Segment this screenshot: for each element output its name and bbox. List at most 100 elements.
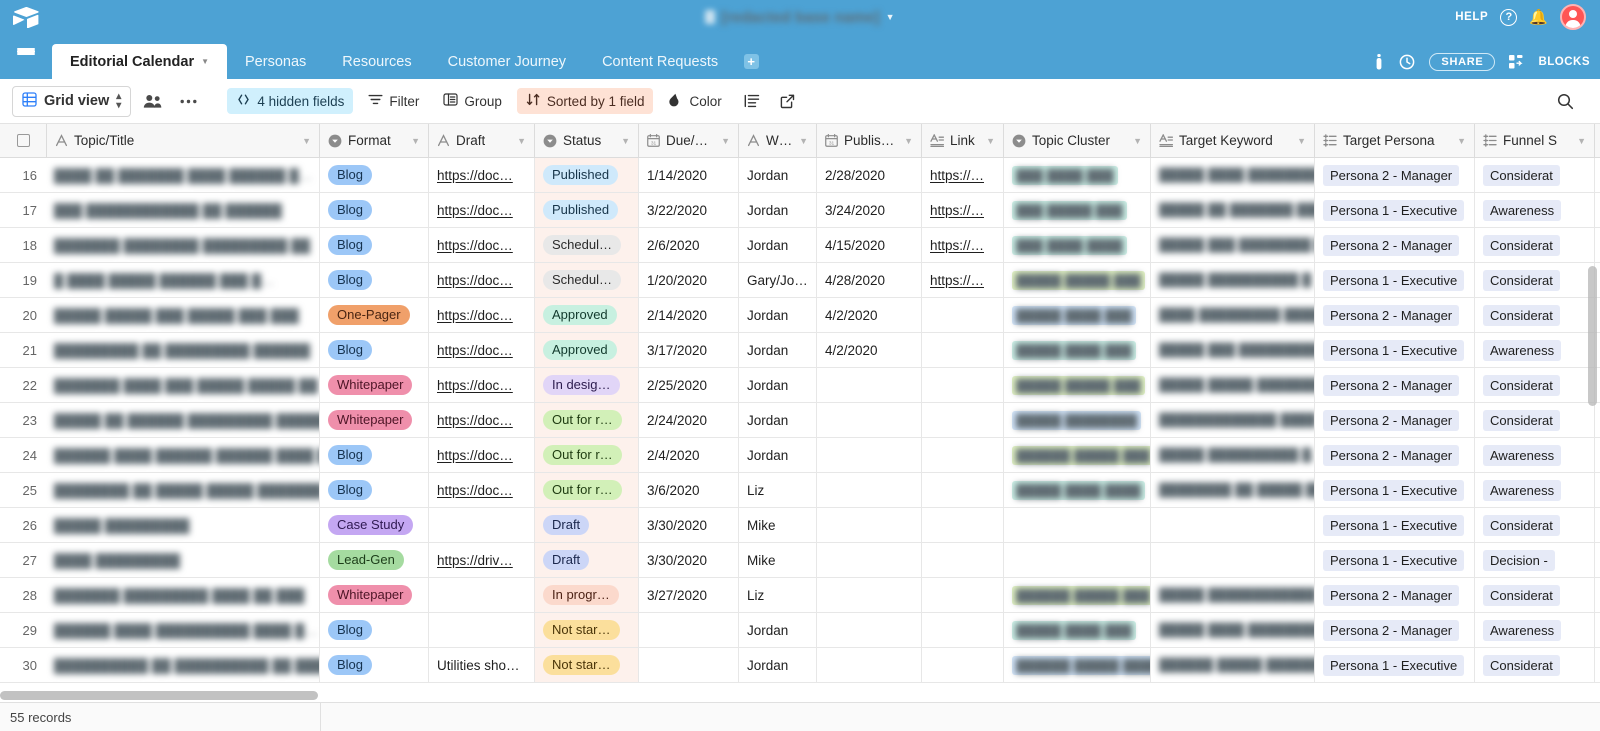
cell-funnel-stage[interactable]: Considerat — [1475, 508, 1595, 542]
filter-button[interactable]: Filter — [359, 88, 428, 114]
draft-link[interactable]: https://doc… — [437, 448, 513, 463]
cell-due-date[interactable]: 3/6/2020 — [639, 473, 739, 507]
row-height-icon[interactable] — [737, 86, 767, 116]
chevron-down-icon[interactable]: ▼ — [799, 136, 808, 146]
cell-target-persona[interactable]: Persona 1 - Executive — [1315, 333, 1475, 367]
cell-topic-cluster[interactable]: ███ ████ ████ — [1004, 228, 1151, 262]
cell-format[interactable]: Blog — [320, 473, 429, 507]
cell-funnel-stage[interactable]: Considerat — [1475, 158, 1595, 192]
chevron-down-icon[interactable]: ▼ — [621, 136, 630, 146]
persona-chip[interactable]: Persona 1 - Executive — [1323, 200, 1464, 221]
table-row[interactable]: 16████ ██ ███████ ████ ██████ █…Bloghttp… — [0, 158, 1600, 193]
funnel-stage-chip[interactable]: Decision - — [1483, 550, 1555, 571]
cell-published-date[interactable]: 4/2/2020 — [817, 298, 922, 332]
bell-icon[interactable]: 🔔 — [1529, 8, 1548, 26]
cell-topic-cluster[interactable]: ███ █████ ███ — [1004, 193, 1151, 227]
table-row[interactable]: 28███████ █████████ ████ ██ ███Whitepape… — [0, 578, 1600, 613]
cell-topic-title[interactable]: ███ ████████████ ██ ██████ — [46, 193, 320, 227]
cell-topic-cluster[interactable] — [1004, 543, 1151, 577]
column-header-format[interactable]: Format▼ — [320, 124, 429, 157]
funnel-stage-chip[interactable]: Awareness — [1483, 480, 1561, 501]
draft-link[interactable]: https://doc… — [437, 413, 513, 428]
cell-due-date[interactable]: 2/14/2020 — [639, 298, 739, 332]
updown-caret-icon[interactable]: ▴▾ — [116, 92, 121, 110]
cell-draft[interactable]: https://doc… — [429, 263, 535, 297]
cell-published-date[interactable]: 4/2/2020 — [817, 333, 922, 367]
airtable-logo-icon[interactable] — [0, 6, 52, 28]
cell-topic-title[interactable]: ███████ ████ ███ █████ █████ ██ — [46, 368, 320, 402]
column-header-target-keyword[interactable]: Target Keyword▼ — [1151, 124, 1315, 157]
cell-writer[interactable]: Gary/Jo… — [739, 263, 817, 297]
hamburger-menu-icon[interactable] — [0, 34, 52, 79]
cell-published-date[interactable] — [817, 473, 922, 507]
cell-due-date[interactable]: 3/30/2020 — [639, 543, 739, 577]
cell-link[interactable]: https://… — [922, 158, 1004, 192]
cell-published-date[interactable]: 3/24/2020 — [817, 193, 922, 227]
cell-format[interactable]: Blog — [320, 263, 429, 297]
column-header-topic-cluster[interactable]: Topic Cluster▼ — [1004, 124, 1151, 157]
funnel-stage-chip[interactable]: Considerat — [1483, 270, 1560, 291]
persona-chip[interactable]: Persona 2 - Manager — [1323, 620, 1459, 641]
cell-writer[interactable]: Mike — [739, 508, 817, 542]
vertical-scrollbar[interactable] — [1588, 266, 1597, 406]
draft-link[interactable]: https://doc… — [437, 203, 513, 218]
persona-chip[interactable]: Persona 1 - Executive — [1323, 270, 1464, 291]
table-row[interactable]: 29██████ ████ ██████████ ████ █…BlogNot … — [0, 613, 1600, 648]
column-header-target-persona[interactable]: Target Persona▼ — [1315, 124, 1475, 157]
cell-status[interactable]: In desig… — [535, 368, 639, 402]
cell-due-date[interactable]: 3/27/2020 — [639, 578, 739, 612]
cell-status[interactable]: Approved — [535, 298, 639, 332]
cell-writer[interactable]: Jordan — [739, 613, 817, 647]
cell-target-keyword[interactable]: █████ ██████████ █… — [1151, 438, 1315, 472]
cell-topic-title[interactable]: ██████ ████ ██████ ██████ ████ ██ — [46, 438, 320, 472]
share-view-icon[interactable] — [773, 86, 803, 116]
funnel-stage-chip[interactable]: Considerat — [1483, 655, 1560, 676]
cell-writer[interactable]: Jordan — [739, 368, 817, 402]
cell-draft[interactable]: https://doc… — [429, 403, 535, 437]
table-row[interactable]: 27████ █████████Lead-Genhttps://driv…Dra… — [0, 543, 1600, 578]
chevron-down-icon[interactable]: ▼ — [411, 136, 420, 146]
cell-due-date[interactable]: 3/30/2020 — [639, 508, 739, 542]
chevron-down-icon[interactable]: ▼ — [302, 136, 311, 146]
cell-status[interactable]: Out for r… — [535, 438, 639, 472]
funnel-stage-chip[interactable]: Awareness — [1483, 200, 1561, 221]
cell-funnel-stage[interactable]: Awareness — [1475, 333, 1595, 367]
column-header-funnel-s[interactable]: Funnel S▼ — [1475, 124, 1595, 157]
cell-format[interactable]: Blog — [320, 333, 429, 367]
cell-writer[interactable]: Jordan — [739, 438, 817, 472]
column-header-topic-title[interactable]: Topic/Title▼ — [46, 124, 320, 157]
cell-status[interactable]: Schedul… — [535, 263, 639, 297]
persona-chip[interactable]: Persona 2 - Manager — [1323, 305, 1459, 326]
draft-link[interactable]: https://doc… — [437, 308, 513, 323]
column-header-draft[interactable]: Draft▼ — [429, 124, 535, 157]
cell-status[interactable]: Published — [535, 158, 639, 192]
cell-target-persona[interactable]: Persona 1 - Executive — [1315, 508, 1475, 542]
column-header-w[interactable]: W…▼ — [739, 124, 817, 157]
share-button[interactable]: SHARE — [1429, 53, 1495, 71]
grid-view-selector[interactable]: Grid view ▴▾ — [12, 86, 131, 117]
cell-topic-cluster[interactable]: █████ █████ ███ — [1004, 263, 1151, 297]
cell-published-date[interactable]: 4/28/2020 — [817, 263, 922, 297]
funnel-stage-chip[interactable]: Awareness — [1483, 340, 1561, 361]
cell-published-date[interactable]: 4/15/2020 — [817, 228, 922, 262]
cell-link[interactable] — [922, 508, 1004, 542]
funnel-stage-chip[interactable]: Considerat — [1483, 235, 1560, 256]
cell-link[interactable] — [922, 543, 1004, 577]
cell-writer[interactable]: Jordan — [739, 158, 817, 192]
record-link[interactable]: https://… — [930, 273, 984, 288]
cell-status[interactable]: Out for r… — [535, 403, 639, 437]
blocks-icon[interactable] — [1509, 55, 1524, 69]
cell-link[interactable] — [922, 578, 1004, 612]
draft-link[interactable]: https://doc… — [437, 168, 513, 183]
cell-target-keyword[interactable]: █████████████ ████ — [1151, 403, 1315, 437]
cell-status[interactable]: In progr… — [535, 578, 639, 612]
funnel-stage-chip[interactable]: Considerat — [1483, 165, 1560, 186]
cell-format[interactable]: One-Pager — [320, 298, 429, 332]
table-row[interactable]: 25████████ ██ █████ █████ ███████Bloghtt… — [0, 473, 1600, 508]
cell-topic-cluster[interactable]: █████ ████ ███ — [1004, 298, 1151, 332]
cell-draft[interactable]: https://doc… — [429, 473, 535, 507]
tab-resources[interactable]: Resources — [324, 44, 429, 79]
table-row[interactable]: 30██████████ ██ ██████████ ██ █████BlogU… — [0, 648, 1600, 683]
cell-funnel-stage[interactable]: Considerat — [1475, 368, 1595, 402]
cell-link[interactable]: https://… — [922, 228, 1004, 262]
